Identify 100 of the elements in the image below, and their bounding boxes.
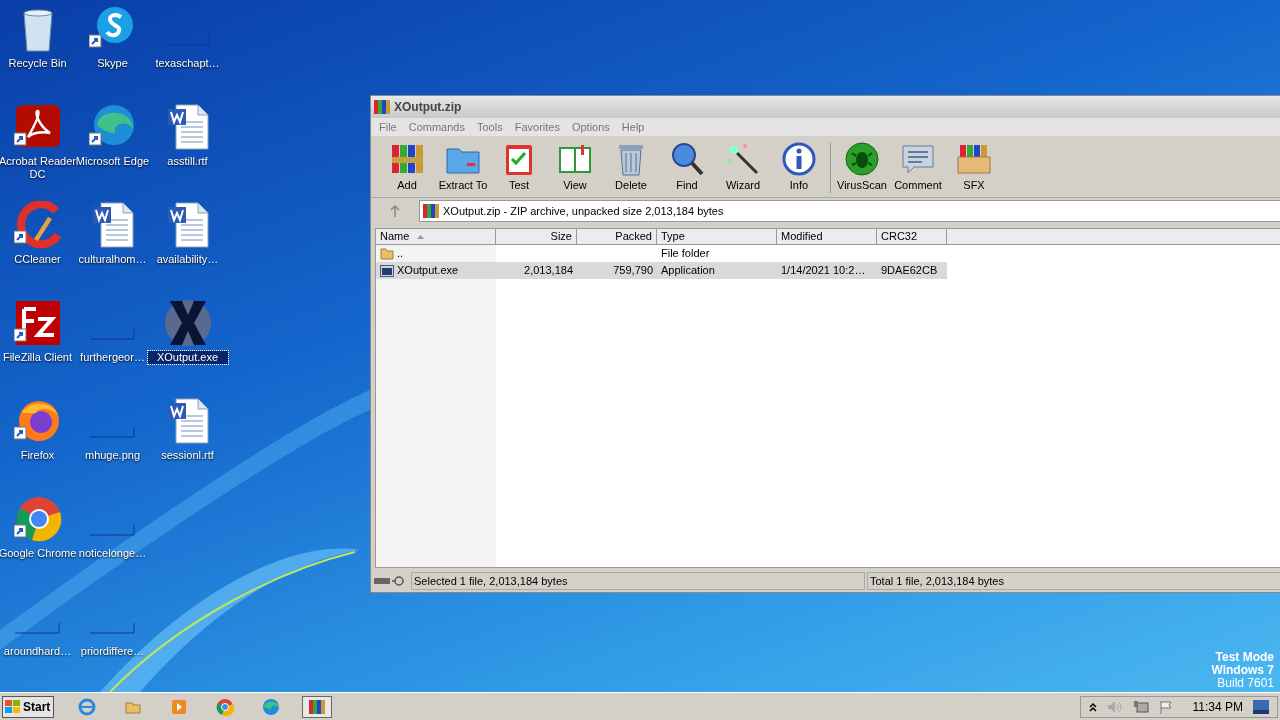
icon-label: FileZilla Client	[1, 351, 74, 364]
blank-file-icon	[163, 35, 210, 46]
menu-item[interactable]: File	[373, 118, 403, 136]
table-cell-text: XOutput.exe	[397, 263, 459, 279]
icon-label: Skype	[96, 57, 129, 70]
blank-file-icon	[88, 427, 135, 438]
table-cell-text: Application	[661, 263, 715, 279]
menu-item[interactable]: Help	[615, 118, 651, 136]
table-cell-text: 2,013,184	[524, 263, 573, 279]
icon-label: furthergeor…	[79, 351, 146, 364]
icon-label: sessionl.rtf	[160, 449, 215, 462]
network-icon[interactable]	[1132, 699, 1149, 714]
menu-item[interactable]: Favorites	[508, 118, 566, 136]
column-header[interactable]: Packed	[577, 229, 657, 245]
speaker-icon[interactable]	[1106, 699, 1123, 714]
media-player-icon[interactable]	[170, 697, 188, 716]
blank-file-icon	[88, 623, 135, 634]
icon-label: priordiffere…	[79, 645, 146, 658]
desktop-icon[interactable]: Firefox	[0, 397, 75, 495]
start-button[interactable]: Start	[2, 695, 54, 718]
toolbar-button[interactable]: VirusScan	[834, 140, 890, 193]
column-header[interactable]: Type	[657, 229, 777, 245]
column-header[interactable]: Name	[376, 229, 496, 245]
toolbar-button[interactable]: Extract To	[435, 140, 491, 193]
application-icon	[380, 264, 394, 277]
info-icon	[781, 140, 817, 177]
icon-label: availability…	[155, 253, 220, 266]
desktop-icon[interactable]: culturalhom…	[75, 201, 150, 299]
bug-icon	[844, 140, 880, 177]
internet-explorer-icon[interactable]	[78, 697, 96, 716]
desktop-icon[interactable]: texaschapt…	[150, 5, 225, 103]
file-row[interactable]: .. File folder	[376, 245, 947, 262]
toolbar-button[interactable]: Add	[379, 140, 435, 193]
menu-item[interactable]: Tools	[471, 118, 509, 136]
books-icon	[423, 203, 439, 219]
chrome-icon[interactable]	[216, 697, 234, 716]
icon-label: culturalhom…	[77, 253, 148, 266]
chevron-up-icon[interactable]	[1088, 701, 1097, 712]
address-field[interactable]: XOutput.zip - ZIP archive, unpacked size 2,013,184 bytes	[419, 200, 1280, 222]
desktop-icon[interactable]: noticelonge…	[75, 495, 150, 593]
desktop-icon[interactable]: Skype	[75, 5, 150, 103]
toolbar-button[interactable]: View	[547, 140, 603, 193]
address-text: XOutput.zip - ZIP archive, unpacked size 2,013,184 bytes	[443, 203, 724, 219]
filezilla-icon	[13, 299, 62, 347]
toolbar-button[interactable]: SFX	[946, 140, 1002, 193]
file-row[interactable]: XOutput.exe 2,013,184 759,790 Application 1/14/2021 10:2… 9DAE62CB	[376, 262, 947, 279]
icon-label: XOutput.exe	[147, 351, 228, 364]
icon-label: Google Chrome	[0, 547, 78, 560]
os-info-text: Test Mode	[1215, 651, 1274, 664]
table-cell-text: File folder	[661, 246, 710, 262]
magnifier-icon	[669, 140, 705, 177]
table-cell-text: ..	[397, 246, 404, 262]
column-header[interactable]: CRC32	[877, 229, 947, 245]
desktop-icon[interactable]: furthergeor…	[75, 299, 150, 397]
flag-icon[interactable]	[1158, 699, 1173, 714]
icon-label: mhuge.png	[83, 449, 141, 462]
desktop-icon[interactable]: Google Chrome	[0, 495, 75, 593]
desktop-icon[interactable]: FileZilla Client	[0, 299, 75, 397]
column-header[interactable]: Modified	[777, 229, 877, 245]
status-text: Selected 1 file, 2,013,184 bytes	[411, 572, 865, 590]
icon-label: aroundhard…	[2, 645, 73, 658]
books-icon	[374, 99, 390, 115]
desktop-icon[interactable]: Recycle Bin	[0, 5, 75, 103]
icon-label: CCleaner	[13, 253, 62, 266]
ccleaner-icon	[13, 201, 62, 249]
books-icon[interactable]	[308, 697, 326, 716]
table-cell-text: 9DAE62CB	[881, 263, 938, 279]
desktop-icon[interactable]: priordiffere…	[75, 593, 150, 691]
table-cell-text: 759,790	[613, 263, 653, 279]
desktop-icon[interactable]: sessionl.rtf	[150, 397, 225, 495]
toolbar-button[interactable]: Delete	[603, 140, 659, 193]
icon-label: Recycle Bin	[7, 57, 68, 70]
toolbar-button[interactable]: Find	[659, 140, 715, 193]
folder-icon	[380, 247, 394, 260]
toolbar-button[interactable]: Comment	[890, 140, 946, 193]
desktop-icon[interactable]: Microsoft Edge	[75, 103, 150, 201]
toolbar-button[interactable]: Test	[491, 140, 547, 193]
status-text: Total 1 file, 2,013,184 bytes	[867, 572, 1280, 590]
toolbar-button[interactable]: Wizard	[715, 140, 771, 193]
x-logo-icon	[163, 299, 212, 347]
menu-item[interactable]: Commands	[402, 118, 471, 136]
desktop-icon[interactable]: aroundhard…	[0, 593, 75, 691]
menu-item[interactable]: Options	[565, 118, 616, 136]
os-info-text: Windows 7	[1211, 664, 1274, 677]
table-cell-text: 1/14/2021 10:2…	[781, 263, 866, 279]
desktop-icon[interactable]: mhuge.png	[75, 397, 150, 495]
column-header[interactable]: Size	[496, 229, 577, 245]
icon-label: Firefox	[19, 449, 56, 462]
edge-icon[interactable]	[262, 697, 280, 716]
desktop-icon[interactable]: asstill.rtf	[150, 103, 225, 201]
toolbar-button[interactable]: Info	[771, 140, 827, 193]
icon-label: asstill.rtf	[166, 155, 209, 168]
up-arrow-icon	[390, 205, 400, 217]
blank-file-icon	[88, 329, 135, 340]
blank-file-icon	[13, 623, 60, 634]
desktop-icon[interactable]: availability…	[150, 201, 225, 299]
desktop-icon[interactable]: CCleaner	[0, 201, 75, 299]
show-desktop-icon[interactable]	[1253, 699, 1269, 714]
blank-file-icon	[88, 525, 135, 536]
desktop-icon[interactable]: XOutput.exe	[150, 299, 225, 397]
